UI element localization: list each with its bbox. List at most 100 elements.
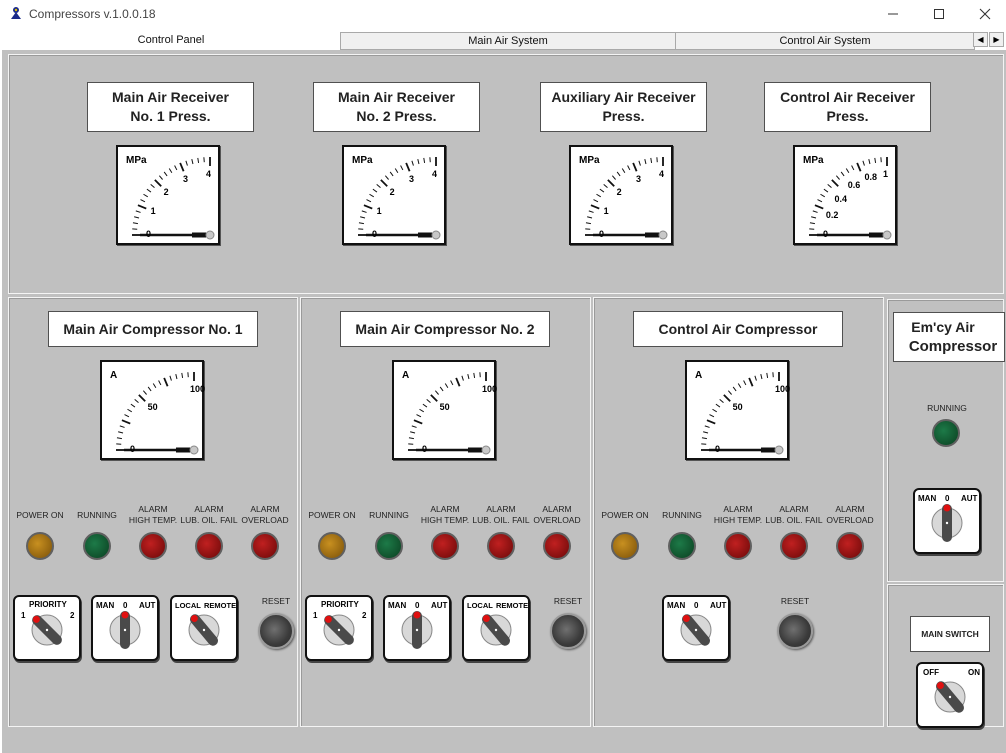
lamp-label-text: ALARM (138, 504, 168, 514)
lamp-label-text: ALARM (250, 504, 280, 514)
running-lamp (668, 532, 696, 560)
gauge-tick-label: 50 (732, 401, 743, 412)
rotary-knob-icon (931, 504, 963, 543)
rotary-knob-icon (934, 681, 966, 714)
alarm-high-temp-label: ALARM HIGH TEMP. (708, 504, 768, 526)
receiver-label-line1: Main Air Receiver (338, 89, 455, 105)
running-lamp (83, 532, 111, 560)
lamp-label-text: ALARM (779, 504, 809, 514)
maximize-button[interactable] (916, 4, 962, 24)
alarm-overload-lamp (543, 532, 571, 560)
alarm-overload-label: ALARM OVERLOAD (820, 504, 880, 526)
alarm-high-temp-label: ALARM HIGH TEMP. (415, 504, 475, 526)
alarm-overload-label: ALARM OVERLOAD (527, 504, 587, 526)
receiver-label-3: Auxiliary Air Receiver Press. (540, 82, 707, 132)
power-on-lamp (611, 532, 639, 560)
gauge-tick-label: 0 (130, 444, 136, 454)
mode-switch[interactable]: MAN 0 AUT (383, 595, 451, 661)
receiver-label-line1: Auxiliary Air Receiver (551, 89, 696, 105)
reset-button[interactable] (777, 613, 813, 649)
tab-scroll-left-button[interactable]: ◀ (973, 32, 988, 47)
reset-label: RESET (780, 596, 810, 606)
gauge-tick-label: 1 (150, 206, 156, 217)
gauge-unit-label: A (402, 370, 410, 381)
gauge-tick-label: 0.8 (864, 171, 877, 182)
lamp-label-text: POWER ON (16, 510, 64, 520)
compressor-title-2: Main Air Compressor No. 2 (340, 311, 550, 347)
control-panel: Main Air Receiver No. 1 Press. MPa 0 1 2 3 4 Mai… (2, 50, 1006, 753)
reset-label: RESET (553, 596, 583, 606)
lamp-label-text: HIGH TEMP. (713, 515, 763, 525)
gauge-tick-label: 0 (715, 444, 721, 454)
close-icon (979, 8, 991, 20)
tab-control-panel[interactable]: Control Panel (2, 30, 340, 50)
title-bar: Compressors v.1.0.0.18 (0, 0, 1006, 28)
reset-label: RESET (261, 596, 291, 606)
gauge-tick-label: 4 (206, 169, 212, 179)
mode-switch[interactable]: MAN 0 AUT (91, 595, 159, 661)
gauge-tick-label: 1 (376, 206, 382, 217)
running-label: RUNNING (67, 510, 127, 521)
mode-switch[interactable]: MAN 0 AUT (662, 595, 730, 661)
lamp-label-text: ALARM (430, 504, 460, 514)
alarm-lub-oil-fail-label: ALARM LUB. OIL. FAIL (471, 504, 531, 526)
reset-button[interactable] (550, 613, 586, 649)
pressure-gauge-2: MPa 0 1 2 3 4 (342, 145, 446, 245)
compressor-title-3: Control Air Compressor (633, 311, 843, 347)
lamp-label-text: ALARM (723, 504, 753, 514)
switch-label-2: 2 (362, 611, 367, 620)
pressure-gauge-1: MPa 0 1 2 3 4 (116, 145, 220, 245)
emergency-running-lamp (932, 419, 960, 447)
emergency-running-label: RUNNING (927, 403, 967, 413)
lamp-label-text: HIGH TEMP. (420, 515, 470, 525)
rotary-knob-icon (188, 614, 220, 647)
receiver-label-line1: Control Air Receiver (780, 89, 915, 105)
gauge-tick-label: 0 (372, 229, 378, 239)
power-on-lamp (26, 532, 54, 560)
tab-main-air-system[interactable]: Main Air System (340, 32, 676, 50)
tab-scroll-right-button[interactable]: ▶ (989, 32, 1004, 47)
minimize-icon (888, 13, 898, 15)
emergency-title-line2: Compressor (908, 338, 998, 355)
priority-switch[interactable]: PRIORITY 1 2 (13, 595, 81, 661)
gauge-tick-label: 0 (422, 444, 428, 454)
gauge-tick-label: 0.4 (834, 193, 847, 204)
receiver-label-4: Control Air Receiver Press. (764, 82, 931, 132)
gauge-tick-label: 2 (616, 186, 622, 197)
alarm-high-temp-label: ALARM HIGH TEMP. (123, 504, 183, 526)
lamp-label-text: OVERLOAD (241, 515, 289, 525)
rotary-knob-icon (480, 614, 512, 647)
local-remote-switch[interactable]: LOCAL REMOTE (462, 595, 530, 661)
gauge-tick-label: 0 (146, 229, 152, 239)
close-button[interactable] (962, 4, 1006, 24)
tab-control-air-system[interactable]: Control Air System (675, 32, 975, 50)
gauge-tick-label: 0.6 (847, 180, 861, 191)
local-remote-switch[interactable]: LOCAL REMOTE (170, 595, 238, 661)
minimize-button[interactable] (870, 4, 916, 24)
priority-switch[interactable]: PRIORITY 1 2 (305, 595, 373, 661)
rotary-knob-icon (680, 614, 712, 647)
gauge-tick-label: 2 (389, 186, 395, 197)
emergency-mode-switch[interactable]: MAN 0 AUT (913, 488, 981, 554)
rotary-knob-icon (401, 611, 433, 650)
lamp-label-text: ALARM (835, 504, 865, 514)
reset-button[interactable] (258, 613, 294, 649)
gauge-tick-label: 1 (603, 206, 609, 217)
alarm-overload-lamp (836, 532, 864, 560)
emergency-title-line1: Em'cy Air (911, 319, 975, 335)
rotary-knob-icon (323, 614, 355, 646)
app-icon (11, 7, 21, 19)
emergency-compressor-title: Em'cy Air Compressor (893, 312, 1005, 362)
main-switch-label: MAIN SWITCH (910, 616, 990, 652)
lamp-label-text: POWER ON (308, 510, 356, 520)
alarm-high-temp-lamp (724, 532, 752, 560)
lamp-label-text: RUNNING (369, 510, 409, 520)
lamp-label-text: HIGH TEMP. (128, 515, 178, 525)
running-lamp (375, 532, 403, 560)
tab-bar: Control Panel Main Air System Control Ai… (2, 30, 1006, 50)
receiver-label-line2: No. 2 Press. (356, 108, 437, 124)
gauge-unit-label: A (110, 370, 118, 381)
main-switch[interactable]: OFF ON (916, 662, 984, 728)
ammeter-gauge-2: A 0 50 100 (392, 360, 497, 460)
power-on-label: POWER ON (10, 510, 70, 521)
